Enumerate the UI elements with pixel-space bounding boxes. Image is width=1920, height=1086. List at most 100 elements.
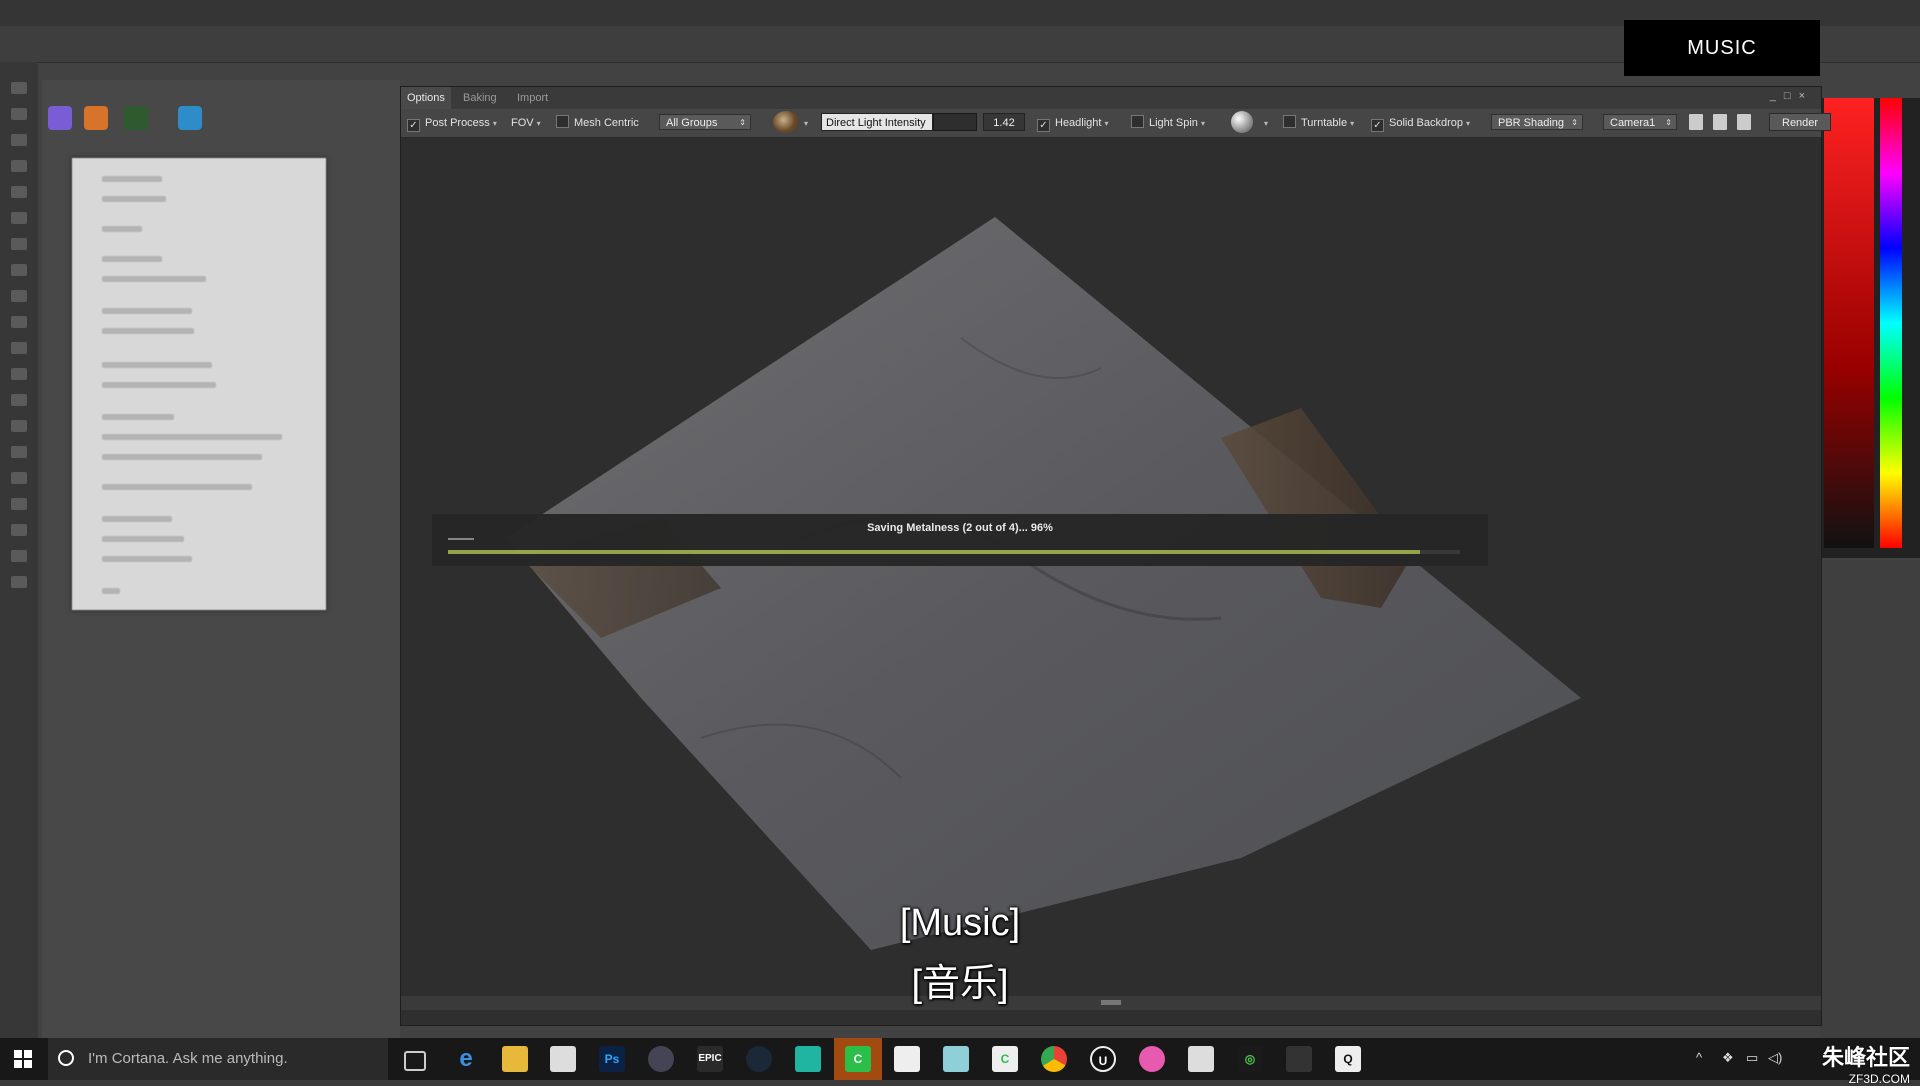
dropdown-caret-icon[interactable]: ▾ (1466, 116, 1470, 132)
window-controls[interactable]: _□× (1770, 90, 1813, 102)
color-saturation-strip (1824, 98, 1874, 548)
material-sphere-icon[interactable] (1231, 111, 1253, 133)
environment-dropdown-caret[interactable]: ▾ (801, 115, 808, 131)
dropdown-caret-icon[interactable]: ▾ (1264, 116, 1268, 132)
rock-mesh (506, 217, 1581, 950)
network-icon[interactable]: ▭ (1746, 1050, 1758, 1066)
community-watermark: 朱峰社区 ZF3D.COM (1822, 1040, 1910, 1086)
background-context-menu (72, 158, 326, 610)
shading-select[interactable]: PBR Shading ⇕ (1491, 114, 1583, 130)
app-icon[interactable] (795, 1046, 821, 1072)
post-process-checkbox[interactable]: ✓ (407, 119, 420, 132)
mesh-centric-checkbox[interactable] (556, 115, 569, 128)
renderer-tab-bar: Options Baking Import _□× (401, 87, 1821, 109)
dropbox-icon[interactable]: ❖ (1722, 1050, 1734, 1066)
light-spin-checkbox[interactable] (1131, 115, 1144, 128)
render-button[interactable]: Render (1769, 113, 1832, 131)
chrome-icon[interactable] (1041, 1046, 1067, 1072)
turntable-toggle[interactable]: Turntable ▾ (1283, 115, 1354, 131)
headlight-label: Headlight (1055, 117, 1102, 129)
task-view-icon[interactable] (404, 1051, 426, 1071)
tray-overflow-icon[interactable]: ^ (1696, 1050, 1702, 1065)
app-icon-4[interactable] (1188, 1046, 1214, 1072)
app-icon-7[interactable]: Q (1335, 1046, 1361, 1072)
3d-viewport[interactable] (401, 138, 1821, 1010)
close-icon[interactable]: × (1799, 90, 1813, 102)
tab-import[interactable]: Import (511, 87, 554, 109)
active-app-icon[interactable]: C (845, 1046, 871, 1072)
headlight-checkbox[interactable]: ✓ (1037, 119, 1050, 132)
new-camera-icon[interactable] (1689, 114, 1703, 130)
dropdown-caret-icon[interactable]: ▾ (804, 116, 808, 132)
direct-light-intensity-label: Direct Light Intensity (821, 113, 933, 131)
dropdown-caret-icon[interactable]: ▾ (1201, 116, 1205, 132)
steam-icon[interactable] (746, 1046, 772, 1072)
edge-icon[interactable]: e (453, 1046, 479, 1072)
light-spin-toggle[interactable]: Light Spin ▾ (1131, 115, 1205, 131)
unreal-engine-icon[interactable]: U (1090, 1046, 1116, 1072)
select-arrows-icon: ⇕ (739, 118, 746, 127)
app-icon-2[interactable] (943, 1046, 969, 1072)
progress-status-text: Saving Metalness (2 out of 4)... 96% (867, 522, 1053, 534)
marmoset-icon[interactable] (648, 1046, 674, 1072)
progress-bar-fill (448, 550, 1420, 554)
post-process-toggle[interactable]: ✓ Post Process ▾ (407, 115, 497, 132)
watermark-title: 朱峰社区 (1821, 1045, 1910, 1070)
color-hue-strip (1880, 98, 1902, 548)
light-spin-label: Light Spin (1149, 117, 1198, 129)
options-bar: ✓ Post Process ▾ FOV ▾ Mesh Centric All Gro… (401, 109, 1832, 138)
save-camera-icon[interactable] (1713, 114, 1727, 130)
maximize-icon[interactable]: □ (1784, 90, 1799, 102)
solid-backdrop-checkbox[interactable]: ✓ (1371, 119, 1384, 132)
windows-logo-icon (14, 1050, 32, 1068)
cortana-ring-icon (58, 1050, 74, 1066)
tab-baking[interactable]: Baking (457, 87, 503, 109)
environment-sky-icon[interactable] (773, 111, 799, 133)
cortana-placeholder: I'm Cortana. Ask me anything. (88, 1050, 288, 1067)
solid-backdrop-label: Solid Backdrop (1389, 117, 1463, 129)
tab-options[interactable]: Options (401, 87, 451, 109)
store-icon[interactable] (550, 1046, 576, 1072)
dropdown-caret-icon[interactable]: ▾ (1350, 116, 1354, 132)
start-button[interactable] (0, 1038, 46, 1080)
volume-icon[interactable]: ◁) (1768, 1050, 1782, 1066)
photos-icon[interactable] (894, 1046, 920, 1072)
dropdown-caret-icon[interactable]: ▾ (537, 116, 541, 132)
solid-backdrop-toggle[interactable]: ✓ Solid Backdrop ▾ (1371, 115, 1470, 132)
dropdown-caret-icon[interactable]: ▾ (1104, 116, 1108, 132)
headlight-toggle[interactable]: ✓ Headlight ▾ (1037, 115, 1109, 132)
mesh-centric-toggle[interactable]: Mesh Centric (556, 115, 639, 131)
post-process-label: Post Process (425, 117, 490, 129)
file-explorer-icon[interactable] (502, 1046, 528, 1072)
material-dropdown-caret[interactable]: ▾ (1261, 115, 1268, 131)
minimize-icon[interactable]: _ (1770, 90, 1784, 102)
save-progress-dialog: Saving Metalness (2 out of 4)... 96% (432, 514, 1488, 566)
dropdown-caret-icon[interactable]: ▾ (493, 116, 497, 132)
subtitle-line-chinese: [音乐] (911, 963, 1009, 1005)
mesh-centric-label: Mesh Centric (574, 117, 639, 129)
groups-select-value: All Groups (666, 117, 718, 129)
turntable-checkbox[interactable] (1283, 115, 1296, 128)
background-color-picker (1820, 98, 1920, 558)
delete-camera-icon[interactable] (1737, 114, 1751, 130)
windows-taskbar: I'm Cortana. Ask me anything. e Ps EPIC … (0, 1038, 1920, 1086)
groups-select[interactable]: All Groups ⇕ (659, 114, 751, 130)
itunes-icon[interactable] (1139, 1046, 1165, 1072)
app-icon-3[interactable]: C (992, 1046, 1018, 1072)
fov-dropdown[interactable]: FOV ▾ (511, 115, 541, 131)
app-icon-5[interactable]: ◎ (1237, 1046, 1263, 1072)
select-arrows-icon: ⇕ (1665, 118, 1672, 127)
music-tag: MUSIC (1624, 20, 1820, 76)
progress-bar (448, 550, 1460, 554)
camera-select[interactable]: Camera1 ⇕ (1603, 114, 1677, 130)
epic-games-icon[interactable]: EPIC (697, 1046, 723, 1072)
cortana-search-box[interactable]: I'm Cortana. Ask me anything. (48, 1038, 388, 1080)
shading-select-value: PBR Shading (1498, 117, 1565, 129)
photoshop-icon[interactable]: Ps (599, 1046, 625, 1072)
background-tool-column (0, 62, 38, 1038)
fov-label: FOV (511, 117, 534, 129)
turntable-label: Turntable (1301, 117, 1348, 129)
light-intensity-slider[interactable] (933, 113, 977, 131)
light-intensity-value[interactable]: 1.42 (983, 113, 1025, 131)
app-icon-6[interactable] (1286, 1046, 1312, 1072)
